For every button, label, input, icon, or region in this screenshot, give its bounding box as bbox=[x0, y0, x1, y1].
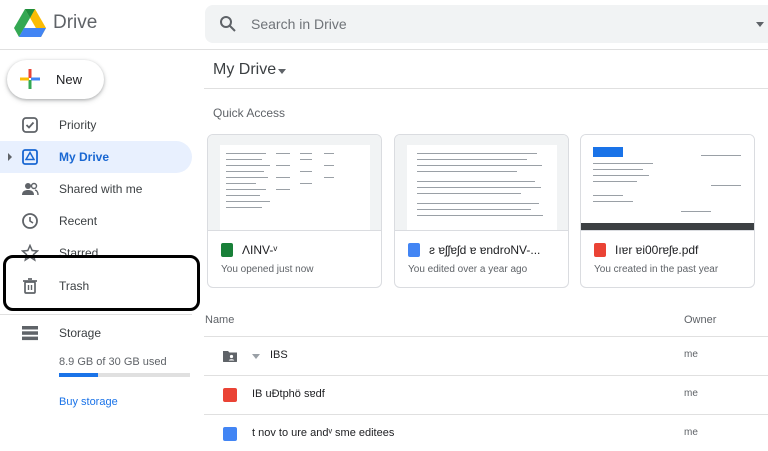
search-icon[interactable] bbox=[219, 15, 237, 33]
search-input[interactable]: Search in Drive bbox=[251, 16, 347, 32]
file-activity: You opened just now bbox=[221, 264, 314, 275]
quick-access-card[interactable]: ɅINV-ᵛ You opened just now bbox=[207, 134, 382, 288]
storage-progress-bar bbox=[59, 373, 190, 377]
app-title[interactable]: Drive bbox=[53, 12, 97, 34]
chevron-down-icon[interactable] bbox=[278, 69, 286, 74]
top-bar: Drive Search in Drive bbox=[0, 0, 768, 50]
new-button-label: New bbox=[56, 72, 83, 87]
file-name: ƨ ɐʃʃɐʃd ɐ ɐndroNV-... bbox=[429, 243, 541, 257]
docs-file-icon bbox=[223, 427, 237, 441]
people-icon bbox=[22, 182, 39, 196]
new-button[interactable]: New bbox=[7, 60, 104, 99]
drive-icon bbox=[22, 149, 38, 165]
column-header-name[interactable]: Name bbox=[205, 314, 234, 326]
file-owner: me bbox=[684, 427, 698, 438]
column-header-owner[interactable]: Owner bbox=[684, 314, 716, 326]
page-title[interactable]: My Drive bbox=[213, 61, 276, 79]
quick-access-card[interactable]: ƨ ɐʃʃɐʃd ɐ ɐndroNV-... You edited over a… bbox=[394, 134, 569, 288]
file-name: IBS bbox=[270, 349, 288, 361]
sidebar-item-storage[interactable]: Storage bbox=[0, 317, 192, 349]
file-name: Iıɐr ɐi00rɐʃɐ.pdf bbox=[615, 243, 699, 257]
table-row[interactable]: IBS me bbox=[204, 337, 768, 376]
file-thumbnail bbox=[581, 135, 754, 231]
table-row[interactable]: t nov to ure andᵛ sme editees me bbox=[204, 415, 768, 451]
file-activity: You created in the past year bbox=[594, 264, 719, 275]
buy-storage-link[interactable]: Buy storage bbox=[59, 396, 118, 408]
file-thumbnail bbox=[208, 135, 381, 231]
file-owner: me bbox=[684, 388, 698, 399]
main-divider bbox=[204, 88, 768, 89]
pdf-file-icon bbox=[223, 388, 237, 402]
storage-used-text: 8.9 GB of 30 GB used bbox=[59, 356, 167, 368]
expand-arrow-icon[interactable] bbox=[8, 153, 12, 161]
docs-file-icon bbox=[408, 243, 420, 257]
check-square-icon bbox=[22, 117, 38, 133]
sidebar-item-label: Priority bbox=[59, 118, 97, 132]
table-row[interactable]: IB uÐtphö sɐdf me bbox=[204, 376, 768, 415]
sidebar-item-label: Recent bbox=[59, 214, 98, 228]
shared-folder-icon bbox=[223, 351, 237, 362]
drive-logo-icon[interactable] bbox=[14, 9, 46, 38]
file-name: IB uÐtphö sɐdf bbox=[252, 388, 325, 400]
sidebar-item-my-drive[interactable]: My Drive bbox=[0, 141, 192, 173]
storage-icon bbox=[22, 326, 38, 341]
file-name: ɅINV-ᵛ bbox=[242, 243, 278, 257]
sidebar-item-label: Shared with me bbox=[59, 182, 143, 196]
sidebar-item-priority[interactable]: Priority bbox=[0, 109, 192, 141]
storage-progress-fill bbox=[59, 373, 98, 377]
file-name: t nov to ure andᵛ sme editees bbox=[252, 427, 395, 439]
file-activity: You edited over a year ago bbox=[408, 264, 528, 275]
sidebar-item-label: My Drive bbox=[59, 150, 110, 164]
file-thumbnail bbox=[395, 135, 568, 231]
plus-icon bbox=[20, 69, 40, 89]
sidebar-item-label: Storage bbox=[59, 326, 102, 340]
quick-access-card[interactable]: Iıɐr ɐi00rɐʃɐ.pdf You created in the pas… bbox=[580, 134, 755, 288]
folder-expand-icon[interactable] bbox=[252, 354, 260, 359]
trash-highlight-annotation bbox=[3, 255, 200, 311]
sheets-file-icon bbox=[221, 243, 233, 257]
sidebar-divider bbox=[0, 314, 192, 315]
sidebar-item-shared-with-me[interactable]: Shared with me bbox=[0, 173, 192, 205]
search-options-caret-icon[interactable] bbox=[756, 22, 764, 27]
quick-access-heading: Quick Access bbox=[213, 106, 286, 120]
search-bar[interactable]: Search in Drive bbox=[205, 5, 768, 43]
pdf-file-icon bbox=[594, 243, 606, 257]
clock-icon bbox=[22, 213, 38, 229]
sidebar-item-recent[interactable]: Recent bbox=[0, 205, 192, 237]
file-owner: me bbox=[684, 349, 698, 360]
